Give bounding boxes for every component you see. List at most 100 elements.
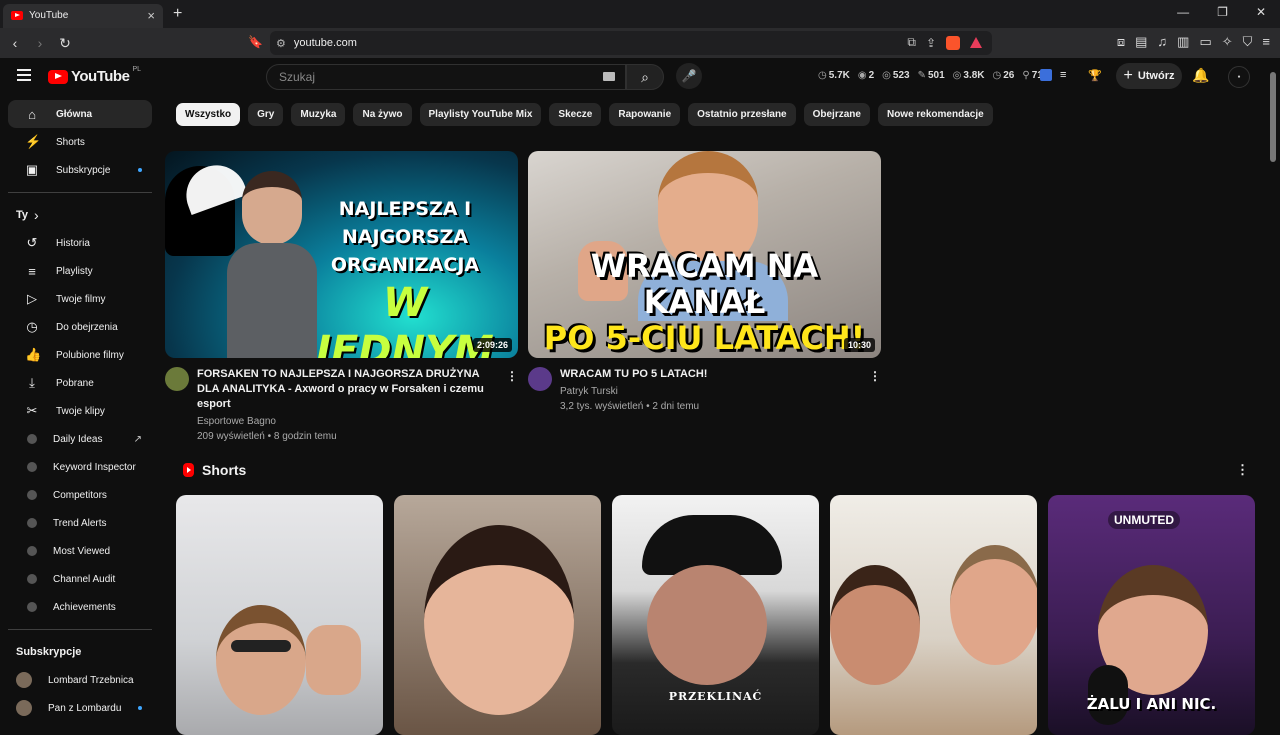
channel-avatar[interactable] [528,367,552,391]
sidebar-item-shorts[interactable]: ⚡ Shorts [8,128,152,156]
vpn-icon[interactable]: ⛉ [1243,34,1253,50]
back-icon[interactable]: ‹ [5,35,25,51]
thumbnail-text: WRACAM NA KANAŁ PO 5-CIU LATACH! [543,247,866,357]
minimize-icon[interactable]: — [1177,5,1189,19]
music-icon[interactable]: ♫ [1157,34,1167,50]
stat-item: ◷ 26 [993,70,1015,81]
sidebar-item-label: Lombard Trzebnica [48,674,134,686]
address-bar[interactable]: ⚙ youtube.com ⧉ ⇪ [270,31,992,55]
search-input[interactable]: Szukaj [266,64,626,90]
sidebar-divider [8,629,152,630]
close-tab-icon[interactable]: × [147,8,155,23]
sidebar-item-subscriptions[interactable]: ▣ Subskrypcje [8,156,152,184]
search-icon: ⌕ [641,69,649,85]
sidebar-item-daily-ideas[interactable]: Daily Ideas ↗ [8,425,152,453]
browser-tab[interactable]: YouTube × [3,3,163,28]
brave-shield-icon[interactable] [946,35,960,50]
youtube-logo[interactable]: YouTube PL [48,66,141,85]
sidebar-item-competitors[interactable]: Competitors [8,481,152,509]
sidebar-item-keyword-inspector[interactable]: Keyword Inspector [8,453,152,481]
chip-na-żywo[interactable]: Na żywo [353,103,412,126]
sidebar-item-watch-later[interactable]: ◷ Do obejrzenia [8,313,152,341]
sidebar-item-trend-alerts[interactable]: Trend Alerts [8,509,152,537]
short-card[interactable]: PRZEKLINAĆ [612,495,819,735]
short-card[interactable] [394,495,601,735]
tool-icon [27,518,37,528]
sidebar-item-achievements[interactable]: Achievements [8,593,152,621]
short-caption: PRZEKLINAĆ [668,690,763,703]
channel-avatar[interactable] [165,367,189,391]
extension-badge-icon[interactable] [1040,69,1052,81]
site-info-icon[interactable]: ⚙ [276,37,286,50]
new-tab-icon[interactable]: + [173,5,182,23]
channel-name[interactable]: Esportowe Bagno [197,416,487,427]
sidebar-toggle-icon[interactable]: ▥ [1177,34,1189,50]
create-label: Utwórz [1137,70,1175,82]
extensions-icon[interactable]: ⧈ [1117,34,1125,50]
sidebar-item-channel-audit[interactable]: Channel Audit [8,565,152,593]
chip-obejrzane[interactable]: Obejrzane [803,103,870,126]
video-title[interactable]: FORSAKEN TO NAJLEPSZA I NAJGORSZA DRUŻYN… [197,367,487,412]
bookmark-icon[interactable]: 🔖 [248,35,263,49]
sidebar-item-clips[interactable]: ✂ Twoje klipy [8,397,152,425]
wallet-icon[interactable]: ▭ [1199,34,1211,50]
create-button[interactable]: + Utwórz [1116,63,1182,89]
short-card[interactable] [830,495,1037,735]
share-icon[interactable]: ⇪ [926,36,936,50]
maximize-icon[interactable]: ❐ [1217,5,1228,19]
video-thumbnail[interactable]: NAJLEPSZA I NAJGORSZA ORGANIZACJA W JEDN… [165,151,518,358]
chip-wszystko[interactable]: Wszystko [176,103,241,126]
chip-playlisty-youtube-mix[interactable]: Playlisty YouTube Mix [419,103,542,126]
forward-icon[interactable]: › [30,35,50,51]
sidebar-item-playlists[interactable]: ≡ Playlisty [8,257,152,285]
trophy-icon[interactable]: 🏆 [1088,69,1102,82]
download-icon: ⤓ [29,375,35,390]
list-icon[interactable]: ≡ [1060,69,1066,82]
extension-icons: ⧈ ▤ ♫ ▥ ▭ ✧ ⛉ ≡ [1117,34,1270,50]
voice-search-button[interactable]: 🎤 [676,63,702,89]
video-card[interactable]: WRACAM NA KANAŁ PO 5-CIU LATACH! 10:30 W… [528,151,881,412]
brave-rewards-icon[interactable] [970,37,982,48]
chip-nowe-rekomendacje[interactable]: Nowe rekomendacje [877,103,993,126]
sidebar-heading-text: Ty [16,209,29,221]
close-window-icon[interactable]: ✕ [1256,5,1266,19]
channel-name[interactable]: Patryk Turski [560,386,850,397]
chip-ostatnio-przesłane[interactable]: Ostatnio przesłane [688,103,796,126]
short-card[interactable]: UNMUTED ŻALU I ANI NIC. [1048,495,1255,735]
shorts-section-header: Shorts [183,462,246,478]
chip-gry[interactable]: Gry [248,103,284,126]
sidebar-item-most-viewed[interactable]: Most Viewed [8,537,152,565]
sidebar-item-history[interactable]: ↺ Historia [8,229,152,257]
guide-menu-icon[interactable] [17,69,31,84]
sidebar-heading[interactable]: Ty › [0,201,160,229]
sidebar-item-downloads[interactable]: ⤓ Pobrane [8,369,152,397]
short-card[interactable] [176,495,383,735]
open-in-app-icon[interactable]: ⧉ [907,35,916,50]
sidebar-item-your-videos[interactable]: ▷ Twoje filmy [8,285,152,313]
video-thumbnail[interactable]: WRACAM NA KANAŁ PO 5-CIU LATACH! 10:30 [528,151,881,358]
sidebar-item-home[interactable]: ⌂ Główna [8,100,152,128]
tool-icon [27,490,37,500]
video-card[interactable]: NAJLEPSZA I NAJGORSZA ORGANIZACJA W JEDN… [165,151,518,442]
sidebar-item-lombard-trzebnica[interactable]: Lombard Trzebnica [8,666,152,694]
account-avatar[interactable]: ● [1228,66,1250,88]
chip-muzyka[interactable]: Muzyka [291,103,346,126]
keyboard-icon[interactable] [603,72,615,81]
more-actions-icon[interactable]: ⋮ [869,369,881,383]
reload-icon[interactable]: ↻ [55,35,75,52]
sidebar-item-pan-z-lombardu[interactable]: Pan z Lombardu [8,694,152,722]
notifications-bell-icon[interactable]: 🔔 [1192,67,1209,84]
chip-rapowanie[interactable]: Rapowanie [609,103,681,126]
leo-ai-icon[interactable]: ✧ [1222,34,1233,50]
reader-icon[interactable]: ▤ [1135,34,1147,50]
menu-icon[interactable]: ≡ [1262,34,1270,50]
video-title[interactable]: WRACAM TU PO 5 LATACH! [560,367,850,382]
more-actions-icon[interactable]: ⋮ [506,369,518,383]
video-duration: 2:09:26 [472,338,512,352]
search-button[interactable]: ⌕ [626,64,664,90]
page-scrollbar[interactable] [1270,62,1278,162]
shorts-more-icon[interactable]: ⋮ [1236,462,1249,478]
chip-skecze[interactable]: Skecze [549,103,602,126]
sidebar-item-liked[interactable]: 👍 Polubione filmy [8,341,152,369]
sidebar-item-label: Główna [56,108,93,120]
